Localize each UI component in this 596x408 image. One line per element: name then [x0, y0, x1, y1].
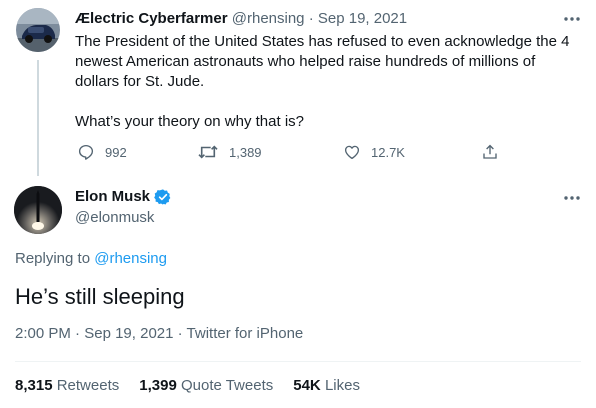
replying-prefix: Replying to	[15, 250, 91, 267]
parent-text-line: newest American astronauts who helped ra…	[75, 53, 536, 70]
retweet-icon	[198, 145, 218, 159]
main-author-name[interactable]: Elon Musk	[75, 187, 150, 207]
likes-stat[interactable]: 54K Likes	[293, 376, 360, 396]
share-button[interactable]	[481, 141, 509, 163]
reply-button[interactable]: 992	[77, 141, 127, 163]
retweet-count: 1,389	[229, 144, 262, 160]
reply-count: 992	[105, 144, 127, 160]
reply-icon	[78, 144, 94, 160]
meta-separator: ·	[75, 325, 81, 342]
retweets-label: Retweets	[56, 377, 120, 394]
parent-text-line: What’s your theory on why that is?	[75, 113, 304, 130]
replying-to: Replying to @rhensing	[15, 249, 167, 269]
parent-action-bar: 992 1,389 12.7K	[75, 141, 505, 163]
main-more-button[interactable]	[562, 191, 582, 205]
header-separator: ·	[308, 10, 314, 27]
quote-tweets-label: Quote Tweets	[180, 377, 274, 394]
main-author-handle[interactable]: @elonmusk	[75, 208, 154, 228]
share-icon	[483, 144, 497, 159]
divider	[15, 361, 581, 362]
tweet-time[interactable]: 2:00 PM	[15, 325, 71, 342]
main-avatar[interactable]	[14, 186, 62, 234]
likes-count: 54K	[293, 377, 321, 394]
parent-more-button[interactable]	[562, 12, 582, 26]
tweet-date[interactable]: Sep 19, 2021	[84, 325, 173, 342]
tweet-source[interactable]: Twitter for iPhone	[187, 325, 304, 342]
parent-tweet-date[interactable]: Sep 19, 2021	[318, 10, 407, 27]
parent-text-line: dollars for St. Jude.	[75, 73, 205, 90]
parent-author-name[interactable]: Ælectric Cyberfarmer	[75, 10, 228, 27]
like-count: 12.7K	[371, 144, 405, 160]
parent-tweet-header: Ælectric Cyberfarmer @rhensing · Sep 19,…	[75, 9, 407, 28]
like-button[interactable]: 12.7K	[343, 141, 405, 163]
meta-separator: ·	[177, 325, 183, 342]
quote-tweets-stat[interactable]: 1,399 Quote Tweets	[139, 376, 273, 396]
parent-avatar[interactable]	[16, 8, 60, 52]
parent-author-handle[interactable]: @rhensing	[232, 10, 305, 27]
like-icon	[344, 145, 360, 160]
retweets-stat[interactable]: 8,315 Retweets	[15, 376, 119, 396]
engagement-stats: 8,315 Retweets 1,399 Quote Tweets 54K Li…	[15, 376, 380, 396]
retweet-button[interactable]: 1,389	[197, 141, 262, 163]
more-icon	[564, 17, 580, 21]
rocket-launch-photo	[14, 186, 62, 234]
retweets-count: 8,315	[15, 377, 53, 394]
main-tweet-text: He’s still sleeping	[15, 284, 185, 309]
parent-tweet-text: The President of the United States has r…	[75, 32, 575, 132]
quote-tweets-count: 1,399	[139, 377, 177, 394]
parent-text-line: The President of the United States has r…	[75, 33, 570, 50]
verified-badge-icon	[154, 188, 172, 206]
likes-label: Likes	[324, 377, 360, 394]
main-author-name-row: Elon Musk	[75, 187, 172, 207]
more-icon	[564, 196, 580, 200]
car-photo	[16, 8, 60, 52]
tweet-metadata: 2:00 PM · Sep 19, 2021 · Twitter for iPh…	[15, 324, 303, 344]
replying-handle-link[interactable]: @rhensing	[94, 250, 167, 267]
thread-connector-line	[37, 60, 39, 176]
